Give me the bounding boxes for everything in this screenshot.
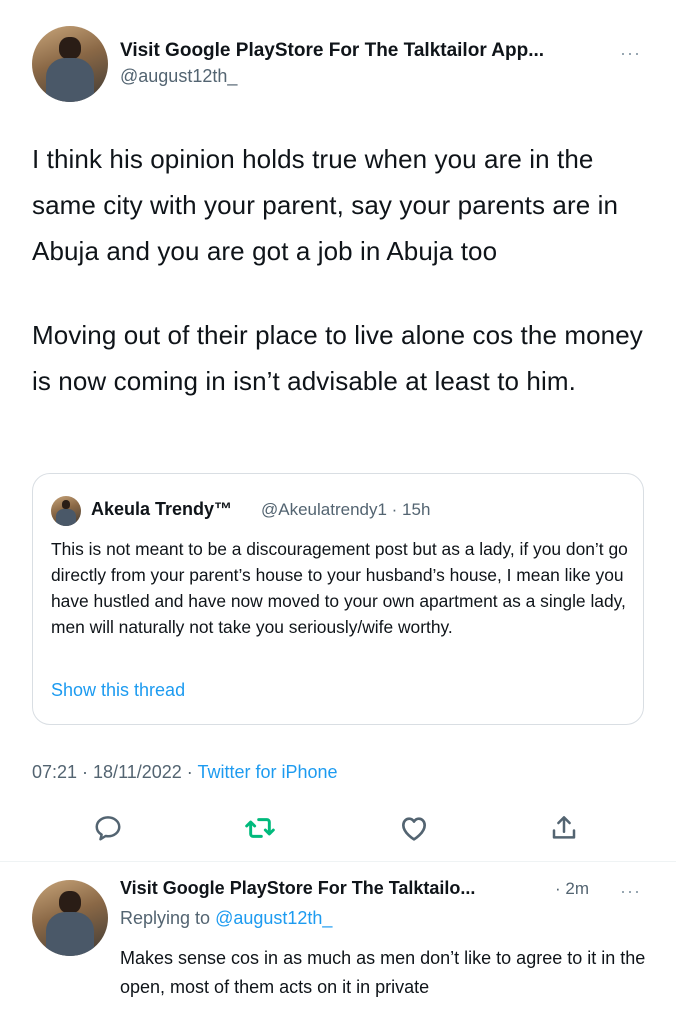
reply-icon [95, 816, 121, 841]
retweet-icon [245, 818, 275, 838]
reply-tweet-text: Makes sense cos in as much as men don’t … [120, 948, 646, 997]
quoted-avatar [51, 496, 81, 526]
quoted-tweet-card[interactable]: Akeula Trendy™ @Akeulatrendy1 · 15h This… [32, 473, 644, 725]
reply-time[interactable]: · 2m [555, 879, 589, 899]
divider [0, 861, 676, 862]
tweet-meta: 07:21 · 18/11/2022 · Twitter for iPhone [32, 762, 338, 783]
like-button[interactable] [397, 811, 431, 845]
avatar-figure-head [59, 890, 81, 914]
show-thread-link[interactable]: Show this thread [51, 680, 185, 701]
avatar-figure-head [61, 500, 71, 510]
share-icon [552, 816, 576, 839]
retweet-button[interactable] [243, 811, 277, 845]
author-handle[interactable]: @august12th_ [120, 66, 237, 87]
author-display-name[interactable]: Visit Google PlayStore For The Talktailo… [120, 40, 544, 62]
reply-button[interactable] [91, 811, 125, 845]
reply-more-options-icon[interactable]: ··· [620, 882, 641, 900]
reply-avatar[interactable] [32, 880, 108, 956]
like-icon [402, 817, 426, 841]
replying-to-mention[interactable]: @august12th_ [215, 908, 332, 928]
replying-to-label: Replying to [120, 908, 216, 928]
replying-to: Replying to @august12th_ [120, 908, 332, 929]
reply-author-name[interactable]: Visit Google PlayStore For The Talktailo… [120, 878, 475, 899]
avatar-figure-body [56, 508, 76, 526]
tweet-source-link[interactable]: Twitter for iPhone [197, 762, 337, 782]
avatar-figure-body [45, 57, 95, 102]
tweet-timestamp: 07:21 · 18/11/2022 · [32, 762, 198, 782]
quoted-author-name: Akeula Trendy™ [91, 499, 233, 519]
quoted-author-handle: @Akeulatrendy1 · 15h [261, 500, 431, 519]
quoted-tweet-text: This is not meant to be a discouragement… [51, 539, 628, 637]
avatar-figure-head [59, 36, 81, 60]
tweet-text-paragraph-2: Moving out of their place to live alone … [32, 320, 643, 396]
avatar[interactable] [32, 26, 108, 102]
more-options-icon[interactable]: ··· [620, 44, 641, 62]
tweet-text-paragraph-1: I think his opinion holds true when you … [32, 144, 619, 266]
avatar-figure-body [45, 911, 95, 956]
share-button[interactable] [547, 811, 581, 845]
